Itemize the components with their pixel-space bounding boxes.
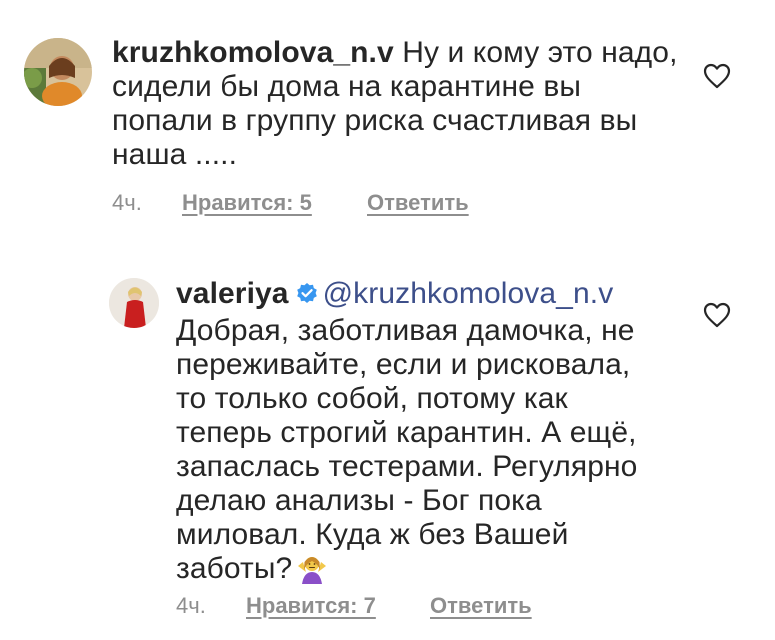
comment-line: valeriya @kruzhkomolova_n.v	[176, 277, 736, 314]
comment-text: заботы?	[176, 552, 293, 585]
comment-line: kruzhkomolova_n.v Ну и кому это надо,	[112, 36, 732, 70]
comment-2: valeriya @kruzhkomolova_n.v Добрая, забот…	[0, 260, 775, 640]
comment-1: kruzhkomolova_n.v Ну и кому это надо, си…	[0, 0, 775, 230]
user-avatar-photo-icon	[24, 38, 92, 106]
username-link[interactable]: kruzhkomolova_n.v	[112, 36, 394, 69]
reply-button[interactable]: Ответить	[430, 593, 532, 619]
comment-body: kruzhkomolova_n.v Ну и кому это надо, си…	[112, 36, 732, 172]
comment-line: сидели бы дома на карантине вы	[112, 70, 582, 103]
comment-line: то только собой, потому как	[176, 382, 568, 415]
comment-body: valeriya @kruzhkomolova_n.v Добрая, забот…	[176, 277, 736, 592]
comment-text: Ну и кому это надо,	[393, 36, 678, 69]
person-shrugging-emoji-icon	[296, 552, 328, 592]
avatar[interactable]	[109, 278, 159, 328]
comment-line: теперь строгий карантин. А ещё,	[176, 416, 637, 449]
likes-count-link[interactable]: Нравится: 7	[246, 593, 376, 619]
user-avatar-photo-icon	[109, 278, 159, 328]
mention-link[interactable]: @kruzhkomolova_n.v	[323, 277, 614, 310]
comment-line: делаю анализы - Бог пока	[176, 484, 542, 517]
comment-time: 4ч.	[112, 190, 142, 215]
comment-line: заботы?	[176, 552, 736, 592]
avatar[interactable]	[24, 38, 92, 106]
heart-outline-icon	[703, 302, 731, 328]
comment-meta: 4ч. Нравится: 7 Ответить	[176, 593, 676, 623]
username-link[interactable]: valeriya	[176, 277, 289, 310]
comment-line: наша .....	[112, 138, 238, 171]
like-button[interactable]	[703, 302, 731, 333]
likes-count-link[interactable]: Нравится: 5	[182, 190, 312, 216]
comment-line: миловал. Куда ж без Вашей	[176, 518, 569, 551]
comment-line: попали в группу риска счастливая вы	[112, 104, 638, 137]
like-button[interactable]	[703, 63, 731, 94]
reply-button[interactable]: Ответить	[367, 190, 469, 216]
verified-badge-icon	[295, 280, 319, 314]
heart-outline-icon	[703, 63, 731, 89]
comment-meta: 4ч. Нравится: 5 Ответить	[112, 190, 612, 220]
comment-line: Добрая, заботливая дамочка, не	[176, 314, 635, 347]
comment-line: переживайте, если и рисковала,	[176, 348, 631, 381]
comment-line: запаслась тестерами. Регулярно	[176, 450, 638, 483]
comment-time: 4ч.	[176, 593, 206, 618]
